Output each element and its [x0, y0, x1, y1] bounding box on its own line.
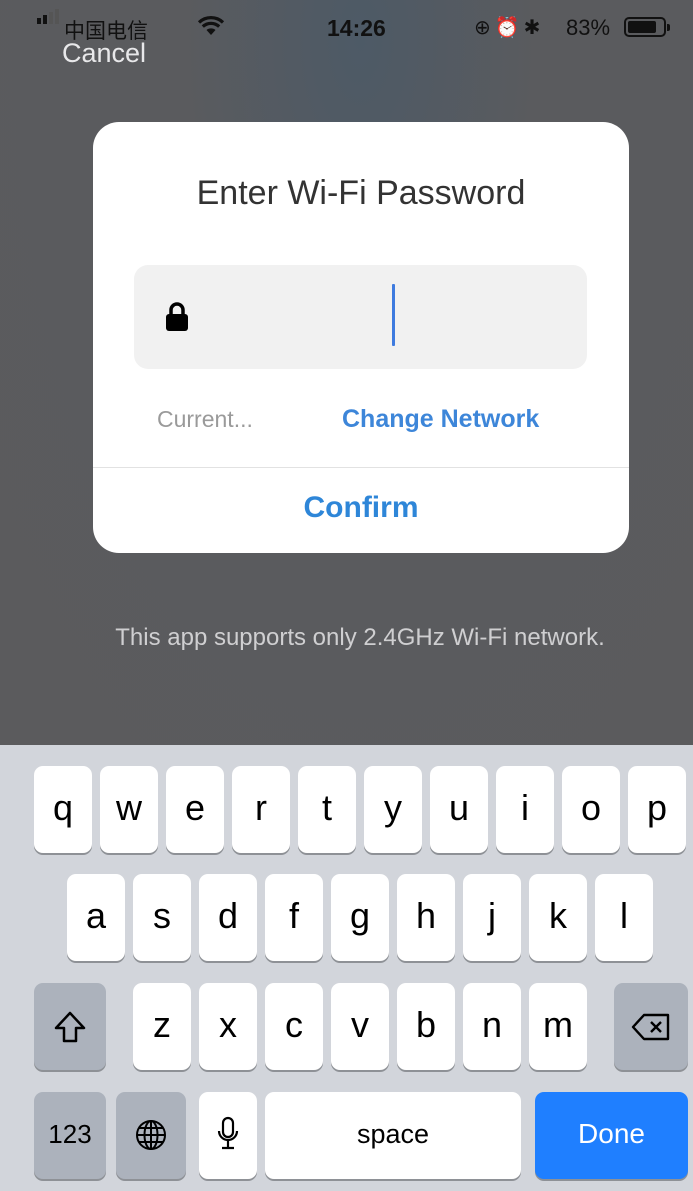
- current-network-label: Current...: [157, 406, 253, 432]
- cancel-button[interactable]: Cancel: [62, 38, 146, 69]
- key-c[interactable]: c: [265, 983, 323, 1070]
- key-e[interactable]: e: [166, 766, 224, 853]
- key-i[interactable]: i: [496, 766, 554, 853]
- lock-icon: [166, 302, 188, 331]
- background-screen: 中国电信 14:26 ⊕⏰✱ 83% Cancel Enter Wi-Fi Pa…: [0, 0, 693, 745]
- delete-key[interactable]: [614, 983, 688, 1070]
- key-z[interactable]: z: [133, 983, 191, 1070]
- microphone-icon: [217, 1116, 239, 1150]
- done-key[interactable]: Done: [535, 1092, 688, 1179]
- globe-icon: [136, 1120, 166, 1150]
- shift-icon: [54, 1011, 86, 1043]
- text-caret: [392, 284, 395, 346]
- key-o[interactable]: o: [562, 766, 620, 853]
- battery-icon: [624, 17, 670, 37]
- shift-key[interactable]: [34, 983, 106, 1070]
- key-j[interactable]: j: [463, 874, 521, 961]
- key-y[interactable]: y: [364, 766, 422, 853]
- key-a[interactable]: a: [67, 874, 125, 961]
- battery-fill: [628, 21, 656, 33]
- key-t[interactable]: t: [298, 766, 356, 853]
- bluetooth-icon: ✱: [523, 15, 545, 39]
- globe-key[interactable]: [116, 1092, 186, 1179]
- battery-percentage: 83%: [566, 15, 611, 40]
- key-u[interactable]: u: [430, 766, 488, 853]
- microphone-key[interactable]: [199, 1092, 257, 1179]
- numbers-key[interactable]: 123: [34, 1092, 106, 1179]
- key-v[interactable]: v: [331, 983, 389, 1070]
- key-q[interactable]: q: [34, 766, 92, 853]
- support-note: This app supports only 2.4GHz Wi-Fi netw…: [115, 624, 605, 651]
- rotation-lock-icon: ⊕: [474, 15, 495, 39]
- space-key[interactable]: space: [265, 1092, 521, 1179]
- key-r[interactable]: r: [232, 766, 290, 853]
- alarm-icon: ⏰: [494, 15, 524, 39]
- clock: 14:26: [327, 15, 386, 41]
- key-g[interactable]: g: [331, 874, 389, 961]
- dialog-title: Enter Wi-Fi Password: [196, 174, 526, 212]
- delete-icon: [631, 1013, 670, 1041]
- key-b[interactable]: b: [397, 983, 455, 1070]
- confirm-button[interactable]: Confirm: [93, 468, 629, 548]
- keyboard: q w e r t y u i o p a s d f g h j k l z …: [0, 745, 693, 1191]
- key-h[interactable]: h: [397, 874, 455, 961]
- wifi-password-dialog: Enter Wi-Fi Password Current... Change N…: [93, 122, 629, 553]
- key-d[interactable]: d: [199, 874, 257, 961]
- key-n[interactable]: n: [463, 983, 521, 1070]
- key-l[interactable]: l: [595, 874, 653, 961]
- key-p[interactable]: p: [628, 766, 686, 853]
- change-network-link[interactable]: Change Network: [342, 405, 539, 434]
- key-w[interactable]: w: [100, 766, 158, 853]
- key-x[interactable]: x: [199, 983, 257, 1070]
- key-s[interactable]: s: [133, 874, 191, 961]
- password-field[interactable]: [134, 265, 587, 369]
- key-m[interactable]: m: [529, 983, 587, 1070]
- wifi-icon: [197, 16, 225, 35]
- key-k[interactable]: k: [529, 874, 587, 961]
- key-f[interactable]: f: [265, 874, 323, 961]
